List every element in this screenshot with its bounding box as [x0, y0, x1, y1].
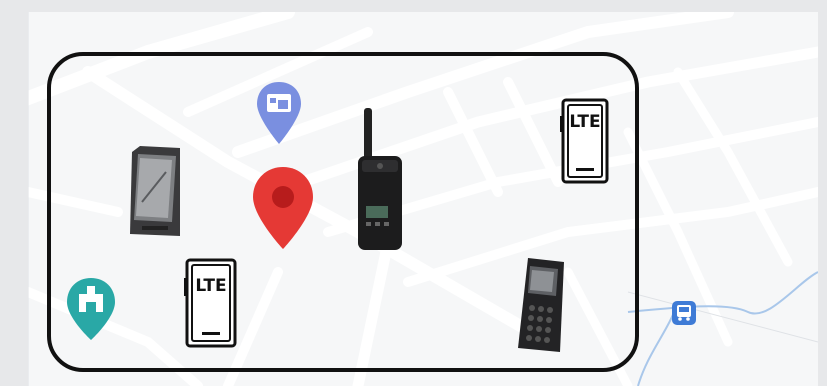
lte-label: LTE — [569, 112, 601, 132]
landmark-pin-icon[interactable] — [64, 276, 118, 342]
left-edge-panel — [0, 0, 28, 386]
lte-badge-top[interactable]: LTE — [560, 98, 610, 184]
screenshot-frame: LTE LTE — [0, 0, 827, 386]
bus-stop-icon[interactable] — [671, 300, 697, 326]
hotel-place-pin-icon[interactable] — [254, 80, 304, 146]
two-way-radio-icon[interactable] — [354, 108, 406, 252]
rugged-smartphone-icon[interactable] — [126, 142, 186, 242]
lte-device-outline-icon — [560, 98, 609, 184]
lte-badge-bottom[interactable]: LTE — [184, 258, 238, 348]
feature-phone-icon[interactable] — [514, 256, 570, 354]
lte-device-outline-icon — [184, 258, 237, 348]
lte-label: LTE — [195, 276, 227, 296]
map-pin-icon[interactable] — [250, 165, 316, 251]
